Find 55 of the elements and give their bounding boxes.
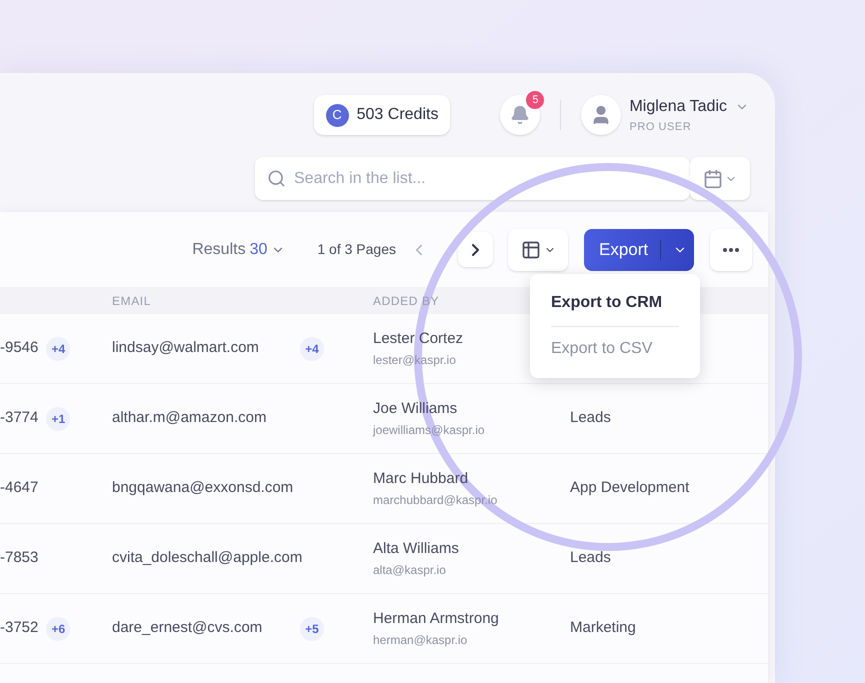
added-by-name: Joe Williams bbox=[373, 399, 458, 420]
next-page-button[interactable] bbox=[458, 232, 493, 267]
phone-number: -3752 bbox=[0, 618, 38, 638]
added-by-name: Herman Armstrong bbox=[373, 609, 499, 630]
credits-pill[interactable]: C 503 Credits bbox=[314, 95, 450, 135]
added-by-email: herman@kaspr.io bbox=[373, 632, 468, 649]
calendar-icon bbox=[703, 168, 723, 188]
bell-icon bbox=[510, 105, 530, 125]
count-badge[interactable]: +1 bbox=[46, 406, 70, 430]
added-by-name: Marc Hubbard bbox=[373, 469, 468, 490]
avatar[interactable] bbox=[581, 95, 622, 135]
results-dropdown[interactable]: Results 30 bbox=[192, 238, 286, 262]
list-name: Marketing bbox=[570, 618, 636, 638]
email: bngqawana@exxonsd.com bbox=[112, 478, 294, 498]
phone-number: -7853 bbox=[0, 548, 38, 568]
more-icon bbox=[723, 248, 739, 252]
added-by-email: alta@kaspr.io bbox=[373, 562, 446, 579]
email: dare_ernest@cvs.com bbox=[112, 618, 264, 638]
column-header: ADDED BY bbox=[373, 292, 440, 310]
phone-number: -4647 bbox=[0, 478, 38, 498]
columns-button[interactable] bbox=[508, 228, 568, 270]
count-badge[interactable]: +4 bbox=[46, 336, 70, 360]
added-by-email: marchubbard@kaspr.io bbox=[373, 492, 498, 509]
menu-item[interactable]: Export to CRM bbox=[551, 280, 679, 326]
credits-icon: C bbox=[326, 104, 349, 126]
added-by-name: Alta Williams bbox=[373, 539, 459, 560]
phone-number: -9546 bbox=[0, 338, 38, 358]
list-name: Leads bbox=[570, 408, 611, 428]
count-badge[interactable]: +6 bbox=[46, 616, 70, 640]
page-indicator: 1 of 3 Pages bbox=[317, 240, 396, 259]
count-badge[interactable]: +5 bbox=[300, 616, 324, 640]
added-by-email: joewilliams@kaspr.io bbox=[373, 422, 485, 439]
list-name: App Development bbox=[570, 478, 690, 498]
search-field[interactable]: Search in the list... bbox=[255, 157, 690, 200]
more-button[interactable] bbox=[710, 228, 752, 270]
export-button[interactable]: Export bbox=[584, 228, 694, 270]
user-name: Miglena Tadic bbox=[629, 96, 727, 117]
list-name: Leads bbox=[570, 548, 611, 568]
menu-item[interactable]: Export to CSV bbox=[551, 326, 679, 372]
table-icon bbox=[520, 240, 540, 260]
added-by-email: lester@kaspr.io bbox=[373, 352, 456, 369]
added-by-name: Lester Cortez bbox=[373, 329, 464, 350]
user-role: PRO USER bbox=[629, 120, 692, 135]
calendar-button[interactable] bbox=[690, 157, 750, 200]
search-icon bbox=[267, 169, 286, 188]
email: lindsay@walmart.com bbox=[112, 338, 260, 358]
credits-label: 503 Credits bbox=[356, 105, 438, 125]
email: althar.m@amazon.com bbox=[112, 408, 268, 428]
chevron-right-icon bbox=[472, 244, 479, 256]
phone-number: -3774 bbox=[0, 408, 38, 428]
column-header: EMAIL bbox=[112, 292, 152, 310]
search-input[interactable]: Search in the list... bbox=[294, 166, 678, 190]
email: cvita_doleschall@apple.com bbox=[112, 548, 300, 568]
notification-count: 5 bbox=[526, 91, 544, 109]
count-badge[interactable]: +4 bbox=[300, 336, 324, 360]
